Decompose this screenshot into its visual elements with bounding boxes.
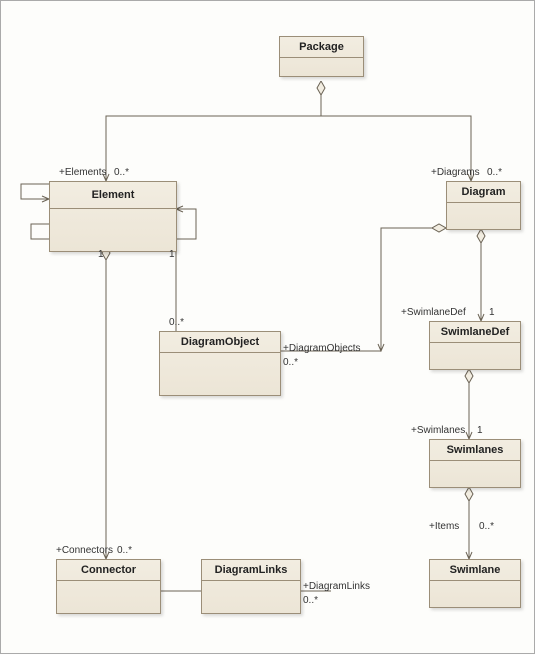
class-title: Element xyxy=(50,182,176,209)
class-body xyxy=(50,209,176,251)
mult-label: 0..* xyxy=(303,595,318,606)
mult-label: 0..* xyxy=(114,167,129,178)
class-connector: Connector xyxy=(56,559,161,614)
class-diagram-links: DiagramLinks xyxy=(201,559,301,614)
class-body xyxy=(430,461,520,487)
class-swimlane-def: SwimlaneDef xyxy=(429,321,521,370)
class-title: Swimlanes xyxy=(430,440,520,461)
mult-label: 1 xyxy=(169,249,175,260)
class-body xyxy=(430,581,520,607)
role-label: +DiagramObjects xyxy=(283,343,361,354)
mult-label: 1 xyxy=(489,307,495,318)
role-label: +Swimlanes xyxy=(411,425,465,436)
class-diagram-object: DiagramObject xyxy=(159,331,281,396)
class-swimlane: Swimlane xyxy=(429,559,521,608)
mult-label: 0..* xyxy=(479,521,494,532)
role-label: +Elements xyxy=(59,167,107,178)
mult-label: 1 xyxy=(477,425,483,436)
class-title: DiagramObject xyxy=(160,332,280,353)
class-title: DiagramLinks xyxy=(202,560,300,581)
role-label: +DiagramLinks xyxy=(303,581,370,592)
class-title: Package xyxy=(280,37,363,58)
class-swimlanes: Swimlanes xyxy=(429,439,521,488)
mult-label: 0..* xyxy=(283,357,298,368)
role-label: +Diagrams xyxy=(431,167,480,178)
class-body xyxy=(280,58,363,76)
mult-label: 0..* xyxy=(169,317,184,328)
role-label: +Connectors xyxy=(56,545,113,556)
class-diagram: Diagram xyxy=(446,181,521,230)
class-body xyxy=(160,353,280,395)
class-title: Connector xyxy=(57,560,160,581)
class-body xyxy=(57,581,160,613)
class-body xyxy=(430,343,520,369)
mult-label: 0..* xyxy=(117,545,132,556)
class-package: Package xyxy=(279,36,364,77)
role-label: +SwimlaneDef xyxy=(401,307,466,318)
class-body xyxy=(447,203,520,229)
mult-label: 0..* xyxy=(487,167,502,178)
mult-label: 1 xyxy=(98,249,104,260)
role-label: +Items xyxy=(429,521,459,532)
class-body xyxy=(202,581,300,613)
uml-diagram-canvas: Package Element Diagram DiagramObject Sw… xyxy=(0,0,535,654)
class-title: Swimlane xyxy=(430,560,520,581)
class-title: Diagram xyxy=(447,182,520,203)
class-title: SwimlaneDef xyxy=(430,322,520,343)
class-element: Element xyxy=(49,181,177,252)
